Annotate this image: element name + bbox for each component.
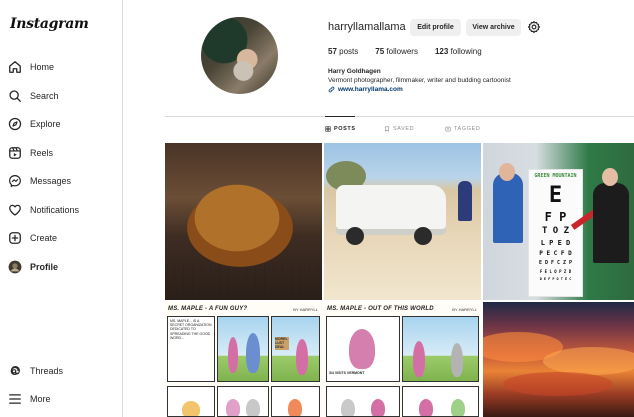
sidebar-item-messages[interactable]: Messages <box>8 169 71 193</box>
comic-panel <box>217 386 269 417</box>
sidebar-item-threads[interactable]: Threads <box>8 359 63 383</box>
comic-panel: MOREL LUST DEAL <box>271 316 320 382</box>
wheel-shape <box>414 227 432 245</box>
comic-panel <box>402 386 479 417</box>
bookmark-icon <box>384 126 390 132</box>
comic-panel <box>167 386 215 417</box>
view-archive-button[interactable]: View archive <box>466 19 521 36</box>
profile-bio: Vermont photographer, filmmaker, writer … <box>328 77 511 84</box>
messenger-icon <box>8 174 22 188</box>
plus-square-icon <box>8 231 22 245</box>
posts-stat: 57 posts <box>328 47 359 56</box>
wheel-shape <box>346 227 364 245</box>
sidebar-item-search[interactable]: Search <box>8 84 59 108</box>
heart-icon <box>8 203 22 217</box>
reels-icon <box>8 146 22 160</box>
profile-username: harryllamallama <box>328 21 406 33</box>
sidebar-item-create[interactable]: Create <box>8 226 57 250</box>
man-right-body <box>593 183 629 263</box>
man-right-head <box>602 168 618 186</box>
tab-saved[interactable]: SAVED <box>384 126 414 132</box>
sidebar-item-reels[interactable]: Reels <box>8 141 53 165</box>
profile-website-link[interactable]: www.harryllama.com <box>328 86 403 93</box>
man-left-body <box>493 173 523 243</box>
comic-byline: BY HARRYLL <box>452 307 477 312</box>
compass-icon <box>8 117 22 131</box>
followers-stat[interactable]: 75 followers <box>375 47 418 56</box>
comic-title: MS. MAPLE - OUT OF THIS WORLD <box>327 306 434 312</box>
hamburger-menu-icon <box>8 392 22 406</box>
post-eye-chart-ribbon[interactable]: GREEN MOUNTAIN E F P T O Z L P E D P E C… <box>483 143 634 300</box>
profile-avatar[interactable] <box>201 17 278 94</box>
following-stat[interactable]: 123 following <box>435 47 482 56</box>
post-banana-bread[interactable] <box>165 143 322 300</box>
post-stuck-car-desert[interactable] <box>324 143 481 300</box>
comic-panel: 3/4 VISITS VERMONT <box>326 316 400 382</box>
search-icon <box>8 89 22 103</box>
sidebar-item-label: Profile <box>30 262 59 272</box>
threads-icon <box>8 364 22 378</box>
sidebar-item-label: Notifications <box>30 205 80 215</box>
post-comic-ms-maple-fun-guy[interactable]: MS. MAPLE - A FUN GUY? BY HARRYLL MS. MA… <box>165 302 322 417</box>
cloud-shape <box>503 372 613 396</box>
sidebar: Instagram Home Search Explore Reels Mess… <box>0 0 123 417</box>
active-tab-indicator <box>325 116 355 117</box>
profile-full-name: Harry Goldhagen <box>328 68 381 75</box>
sidebar-item-home[interactable]: Home <box>8 55 54 79</box>
tab-posts[interactable]: POSTS <box>325 126 356 132</box>
comic-panel: MS. MAPLE... IS A SECRET ORGANIZATION DE… <box>167 316 215 382</box>
tab-tagged[interactable]: TAGGED <box>445 126 480 132</box>
comic-byline: BY HARRYLL <box>293 307 318 312</box>
profile-stats: 57 posts 75 followers 123 following <box>328 47 499 56</box>
post-comic-ms-maple-out-of-this-world[interactable]: MS. MAPLE - OUT OF THIS WORLD BY HARRYLL… <box>324 302 481 417</box>
sidebar-item-label: Home <box>30 62 55 72</box>
eye-chart: GREEN MOUNTAIN E F P T O Z L P E D P E C… <box>528 169 583 297</box>
tag-icon <box>445 126 451 132</box>
comic-title: MS. MAPLE - A FUN GUY? <box>168 306 248 312</box>
instagram-logo[interactable]: Instagram <box>10 16 89 32</box>
link-icon <box>328 86 335 93</box>
sidebar-item-notifications[interactable]: Notifications <box>8 198 79 222</box>
sidebar-item-label: Create <box>30 233 58 243</box>
person-shape <box>458 181 472 221</box>
sidebar-item-label: Explore <box>30 119 61 129</box>
sidebar-item-label: Threads <box>30 366 64 376</box>
post-sunset-clouds[interactable] <box>483 302 634 417</box>
sidebar-item-more[interactable]: More <box>8 387 51 411</box>
man-left-head <box>499 163 515 181</box>
sidebar-item-explore[interactable]: Explore <box>8 112 61 136</box>
profile-avatar-icon <box>8 260 22 274</box>
comic-panel <box>217 316 269 382</box>
grid-icon <box>325 126 331 132</box>
comic-panel <box>271 386 320 417</box>
sidebar-item-label: Messages <box>30 176 72 186</box>
cloud-shape <box>543 347 634 375</box>
settings-gear-icon[interactable] <box>527 20 541 34</box>
sidebar-item-label: Search <box>30 91 59 101</box>
sidebar-item-label: Reels <box>30 148 54 158</box>
comic-panel <box>402 316 479 382</box>
home-icon <box>8 60 22 74</box>
tabs-divider <box>165 116 634 117</box>
comic-panel <box>326 386 400 417</box>
edit-profile-button[interactable]: Edit profile <box>410 19 461 36</box>
sidebar-item-label: More <box>30 394 51 404</box>
sidebar-item-profile[interactable]: Profile <box>8 255 58 279</box>
